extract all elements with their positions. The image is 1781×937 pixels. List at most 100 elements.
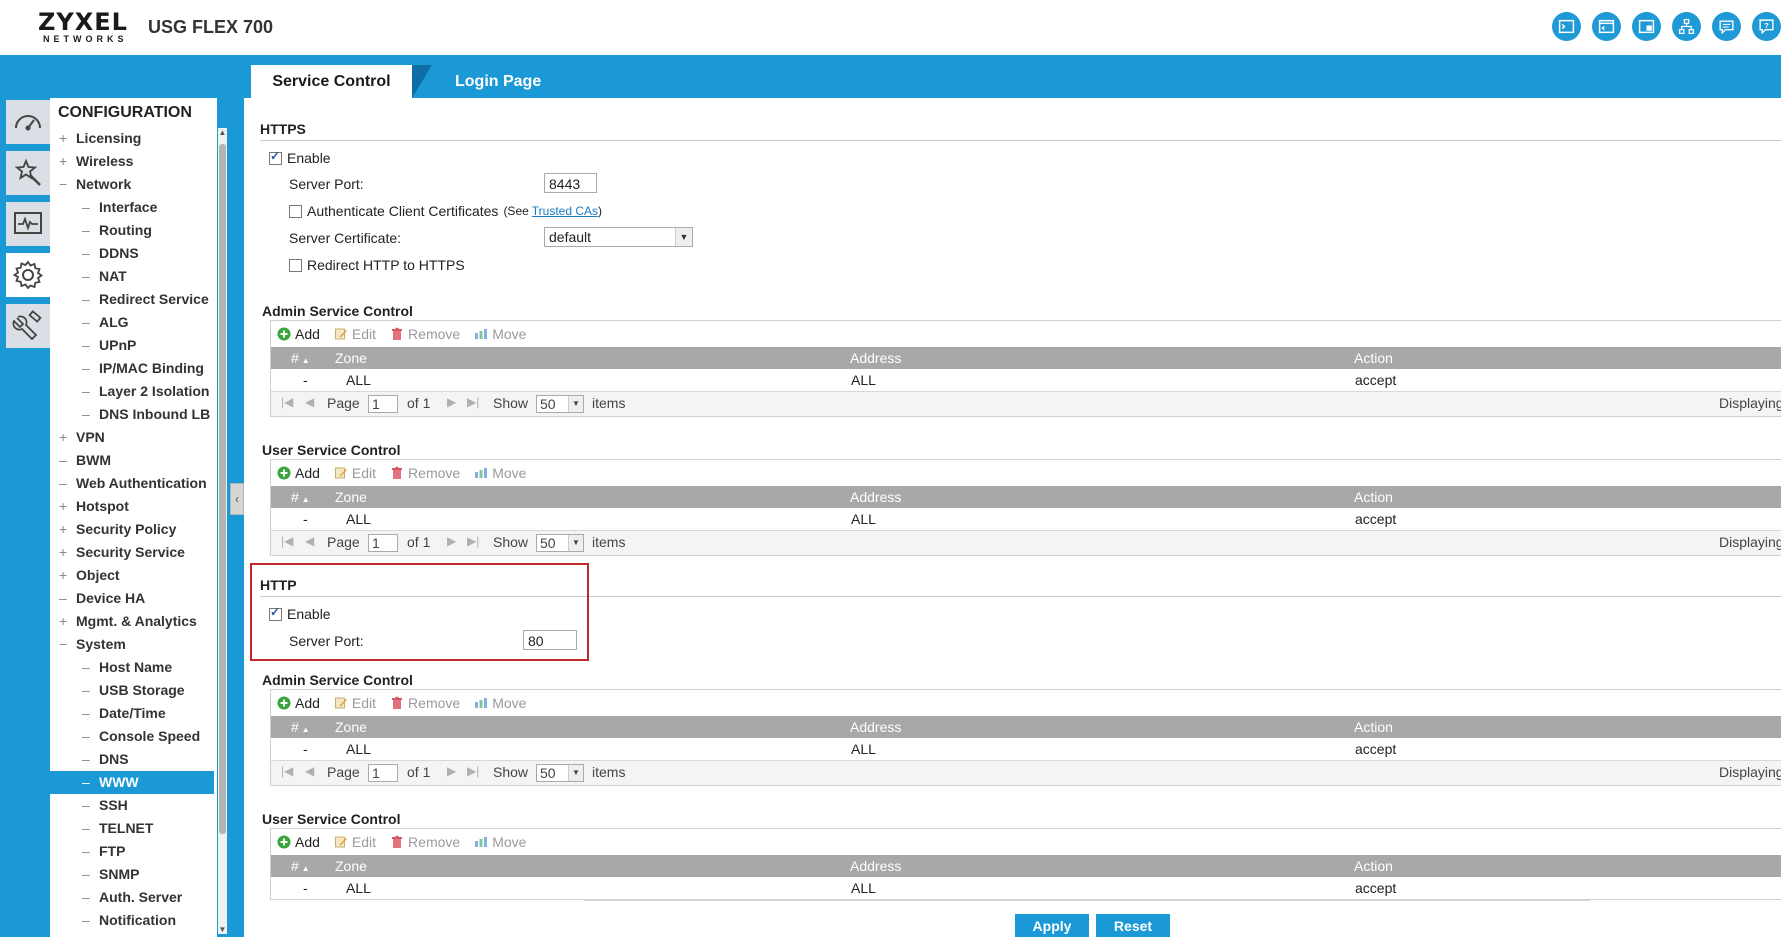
collapse-icon[interactable]: – xyxy=(82,771,94,794)
expand-icon[interactable]: + xyxy=(59,426,71,449)
nav-item-upnp[interactable]: – UPnP xyxy=(50,334,214,357)
scroll-down-icon[interactable]: ▼ xyxy=(218,925,227,934)
add-button[interactable]: Add xyxy=(277,834,320,850)
col-num[interactable]: # ▲ xyxy=(291,719,310,735)
nav-item-device-ha[interactable]: – Device HA xyxy=(50,587,214,610)
nav-item-usb-storage[interactable]: – USB Storage xyxy=(50,679,214,702)
collapse-icon[interactable]: – xyxy=(82,725,94,748)
nav-item-system[interactable]: − System xyxy=(50,633,214,656)
col-action[interactable]: Action xyxy=(1354,489,1393,505)
add-button[interactable]: Add xyxy=(277,695,320,711)
next-page-icon[interactable]: ▶ xyxy=(447,395,456,409)
last-page-icon[interactable]: ▶| xyxy=(467,534,479,548)
configuration-icon[interactable] xyxy=(6,253,50,297)
col-zone[interactable]: Zone xyxy=(335,489,367,505)
next-page-icon[interactable]: ▶ xyxy=(447,534,456,548)
help-icon[interactable]: ? xyxy=(1752,12,1781,41)
nav-item-interface[interactable]: – Interface xyxy=(50,196,214,219)
table-row[interactable]: - ALL ALL accept xyxy=(271,877,1781,899)
table-row[interactable]: - ALL ALL accept xyxy=(271,738,1781,760)
collapse-icon[interactable]: – xyxy=(82,196,94,219)
next-page-icon[interactable]: ▶ xyxy=(447,764,456,778)
server-cert-select[interactable]: default ▼ xyxy=(544,227,693,247)
edit-button[interactable]: Edit xyxy=(334,695,376,711)
collapse-icon[interactable]: – xyxy=(59,449,71,472)
collapse-icon[interactable]: – xyxy=(82,311,94,334)
add-button[interactable]: Add xyxy=(277,465,320,481)
nav-item-alg[interactable]: – ALG xyxy=(50,311,214,334)
page-size-select[interactable]: 50 ▼ xyxy=(536,764,584,782)
edit-button[interactable]: Edit xyxy=(334,834,376,850)
nav-item-object[interactable]: + Object xyxy=(50,564,214,587)
last-page-icon[interactable]: ▶| xyxy=(467,764,479,778)
col-zone[interactable]: Zone xyxy=(335,858,367,874)
nav-item-date-time[interactable]: – Date/Time xyxy=(50,702,214,725)
tab-login-page[interactable]: Login Page xyxy=(455,65,541,98)
table-row[interactable]: - ALL ALL accept xyxy=(271,369,1781,391)
remove-button[interactable]: Remove xyxy=(390,465,460,481)
nav-item-ip-mac-binding[interactable]: – IP/MAC Binding xyxy=(50,357,214,380)
table-row[interactable]: - ALL ALL accept xyxy=(271,508,1781,530)
collapse-icon[interactable]: – xyxy=(82,886,94,909)
nav-item-dns[interactable]: – DNS xyxy=(50,748,214,771)
expand-icon[interactable]: + xyxy=(59,150,71,173)
nav-item-ddns[interactable]: – DDNS xyxy=(50,242,214,265)
https-enable-row[interactable]: Enable xyxy=(269,149,331,166)
nav-scrollbar[interactable]: ▲ ▼ xyxy=(218,128,227,934)
collapse-icon[interactable]: – xyxy=(82,909,94,932)
nav-item-auth-server[interactable]: – Auth. Server xyxy=(50,886,214,909)
tab-service-control[interactable]: Service Control xyxy=(251,65,412,98)
redirect-row[interactable]: Redirect HTTP to HTTPS xyxy=(289,257,465,273)
collapse-icon[interactable]: – xyxy=(82,863,94,886)
expand-icon[interactable]: + xyxy=(59,127,71,150)
collapse-nav-icon[interactable]: ‹ xyxy=(230,483,244,515)
remove-button[interactable]: Remove xyxy=(390,326,460,342)
expand-icon[interactable]: + xyxy=(59,564,71,587)
reset-button[interactable]: Reset xyxy=(1096,914,1170,937)
expand-icon[interactable]: + xyxy=(59,518,71,541)
nav-item-host-name[interactable]: – Host Name xyxy=(50,656,214,679)
move-button[interactable]: Move xyxy=(474,326,526,342)
nav-item-mgmt-analytics[interactable]: + Mgmt. & Analytics xyxy=(50,610,214,633)
chevron-down-icon[interactable]: ▼ xyxy=(568,535,583,551)
nav-item-routing[interactable]: – Routing xyxy=(50,219,214,242)
remove-button[interactable]: Remove xyxy=(390,834,460,850)
collapse-icon[interactable]: – xyxy=(82,840,94,863)
nav-item-dns-inbound-lb[interactable]: – DNS Inbound LB xyxy=(50,403,214,426)
nav-item-ftp[interactable]: – FTP xyxy=(50,840,214,863)
auth-client-row[interactable]: Authenticate Client Certificates (See Tr… xyxy=(289,203,602,219)
collapse-icon[interactable]: – xyxy=(82,288,94,311)
collapse-icon[interactable]: – xyxy=(82,702,94,725)
col-num[interactable]: # ▲ xyxy=(291,858,310,874)
page-input[interactable]: 1 xyxy=(368,764,398,782)
cli-icon[interactable] xyxy=(1592,12,1621,41)
col-zone[interactable]: Zone xyxy=(335,719,367,735)
nav-item-notification[interactable]: – Notification xyxy=(50,909,214,932)
monitor-icon[interactable] xyxy=(6,202,50,246)
apply-button[interactable]: Apply xyxy=(1015,914,1089,937)
col-address[interactable]: Address xyxy=(850,719,901,735)
collapse-icon[interactable]: – xyxy=(82,357,94,380)
collapse-icon[interactable]: − xyxy=(59,173,71,196)
edit-button[interactable]: Edit xyxy=(334,326,376,342)
collapse-icon[interactable]: – xyxy=(59,472,71,495)
col-action[interactable]: Action xyxy=(1354,719,1393,735)
auth-client-checkbox[interactable] xyxy=(289,204,302,218)
move-button[interactable]: Move xyxy=(474,834,526,850)
nav-item-security-service[interactable]: + Security Service xyxy=(50,541,214,564)
nav-item-licensing[interactable]: + Licensing xyxy=(50,127,214,150)
col-action[interactable]: Action xyxy=(1354,350,1393,366)
nav-item-wireless[interactable]: + Wireless xyxy=(50,150,214,173)
nav-item-www[interactable]: – WWW xyxy=(50,771,214,794)
collapse-icon[interactable]: – xyxy=(82,219,94,242)
nav-item-ssh[interactable]: – SSH xyxy=(50,794,214,817)
https-port-input[interactable]: 8443 xyxy=(544,173,597,193)
nav-item-console-speed[interactable]: – Console Speed xyxy=(50,725,214,748)
prev-page-icon[interactable]: ◀ xyxy=(305,764,314,778)
trusted-cas-link[interactable]: Trusted CAs xyxy=(532,204,598,218)
console-icon[interactable] xyxy=(1552,12,1581,41)
chevron-down-icon[interactable]: ▼ xyxy=(675,228,692,246)
page-input[interactable]: 1 xyxy=(368,534,398,552)
window-icon[interactable] xyxy=(1632,12,1661,41)
collapse-icon[interactable]: – xyxy=(82,403,94,426)
